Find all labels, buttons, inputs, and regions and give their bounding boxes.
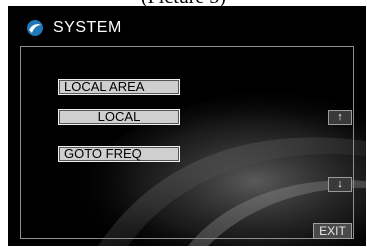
arrow-up-icon: ↑ bbox=[337, 111, 343, 123]
scroll-up-button[interactable]: ↑ bbox=[328, 110, 352, 125]
goto-freq-button[interactable]: GOTO FREQ bbox=[58, 146, 180, 162]
screen-header: SYSTEM bbox=[26, 18, 122, 38]
exit-button[interactable]: EXIT bbox=[313, 223, 352, 239]
system-screen: SYSTEM LOCAL AREA LOCAL GOTO FREQ ↑ ↓ EX… bbox=[8, 6, 366, 246]
content-frame bbox=[20, 46, 354, 239]
local-button[interactable]: LOCAL bbox=[58, 109, 180, 125]
logo-icon bbox=[27, 20, 43, 36]
local-area-button[interactable]: LOCAL AREA bbox=[58, 79, 180, 95]
scroll-down-button[interactable]: ↓ bbox=[328, 177, 352, 192]
arrow-down-icon: ↓ bbox=[337, 178, 343, 190]
screen-title: SYSTEM bbox=[53, 19, 122, 36]
